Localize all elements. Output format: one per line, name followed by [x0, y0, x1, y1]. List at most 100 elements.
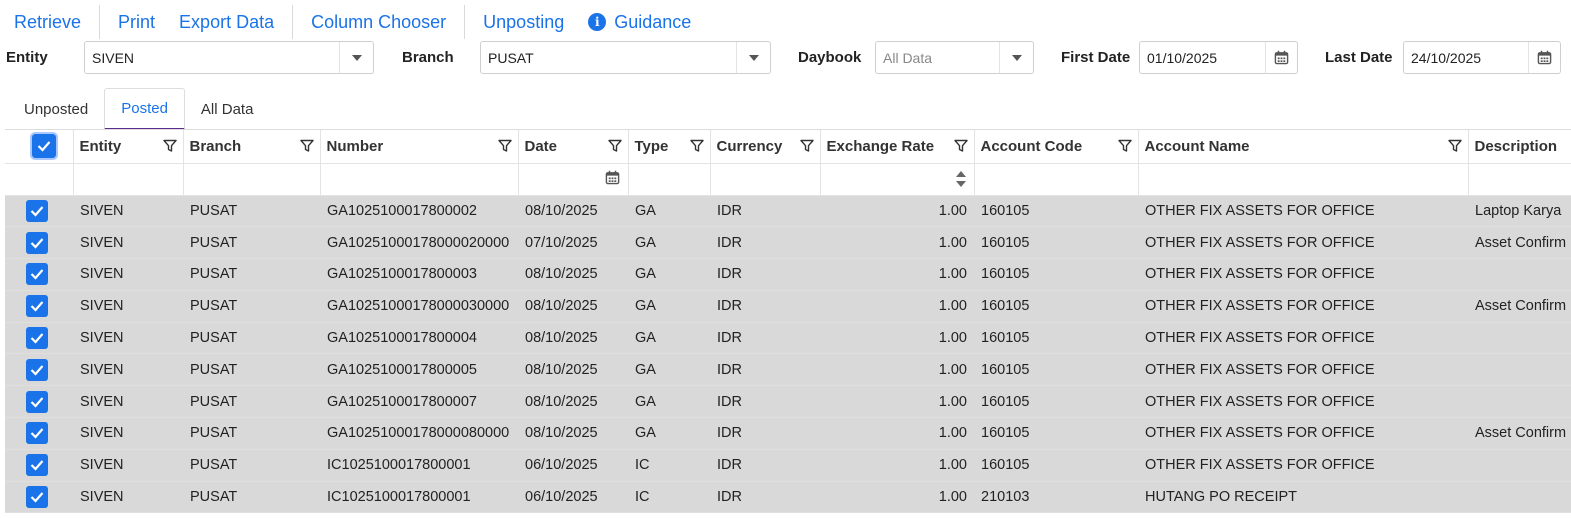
column-header-entity[interactable]: Entity [73, 130, 184, 164]
table-row[interactable]: SIVEN PUSAT GA1025100017800005 08/10/2025 GA… [5, 353, 1571, 387]
filter-icon[interactable] [299, 139, 314, 153]
table-row[interactable]: SIVEN PUSAT GA1025100017800004 08/10/2025 GA… [5, 322, 1571, 355]
filter-cell-exchange-rate[interactable] [820, 163, 975, 196]
row-checkbox[interactable] [26, 486, 48, 509]
row-checkbox[interactable] [26, 231, 48, 254]
chevron-down-icon[interactable] [339, 42, 373, 73]
row-checkbox[interactable] [26, 358, 48, 381]
guidance-button[interactable]: i Guidance [576, 4, 703, 40]
cell-type: GA [628, 290, 710, 323]
cell-account-code: 160105 [974, 449, 1138, 482]
cell-account-name: OTHER FIX ASSETS FOR OFFICE [1138, 322, 1468, 355]
row-select-cell [5, 195, 73, 228]
last-date-input[interactable]: 24/10/2025 [1403, 41, 1561, 74]
print-button[interactable]: Print [106, 4, 167, 40]
cell-exchange-rate: 1.00 [820, 385, 974, 419]
row-checkbox[interactable] [26, 327, 48, 350]
cell-type: GA [628, 258, 710, 291]
tab-posted[interactable]: Posted [104, 88, 185, 130]
cell-account-code: 160105 [974, 385, 1138, 419]
filter-cell-description[interactable] [1468, 163, 1571, 196]
filter-icon[interactable] [1447, 139, 1462, 153]
filter-icon[interactable] [799, 139, 814, 153]
calendar-icon[interactable] [1528, 42, 1560, 73]
cell-description [1468, 385, 1571, 419]
filter-icon[interactable] [953, 139, 968, 153]
retrieve-button[interactable]: Retrieve [0, 4, 93, 40]
cell-entity: SIVEN [73, 322, 183, 355]
filter-cell-entity[interactable] [73, 163, 184, 196]
chevron-down-icon[interactable] [736, 42, 770, 73]
table-row[interactable]: SIVEN PUSAT GA1025100017800002 08/10/2025 GA… [5, 195, 1571, 228]
filter-icon[interactable] [497, 139, 512, 153]
cell-branch: PUSAT [183, 258, 320, 291]
filter-cell-date[interactable] [518, 163, 629, 196]
table-row[interactable]: SIVEN PUSAT IC1025100017800001 06/10/2025 IC… [5, 449, 1571, 482]
table-row[interactable]: SIVEN PUSAT GA1025100017800007 08/10/2025 GA… [5, 385, 1571, 419]
table-row[interactable]: SIVEN PUSAT GA1025100017800003 08/10/2025 GA… [5, 258, 1571, 291]
filter-cell-type[interactable] [628, 163, 711, 196]
spin-down-icon[interactable] [955, 181, 966, 187]
column-header-currency[interactable]: Currency [710, 130, 821, 164]
row-select-cell [5, 481, 73, 514]
tab-all-data[interactable]: All Data [185, 88, 270, 130]
number-spinner[interactable] [821, 164, 974, 195]
column-header-account-name[interactable]: Account Name [1138, 130, 1469, 164]
cell-account-name: OTHER FIX ASSETS FOR OFFICE [1138, 353, 1468, 387]
cell-number: IC1025100017800001 [320, 481, 518, 514]
daybook-placeholder: All Data [883, 49, 933, 66]
row-select-cell [5, 290, 73, 323]
row-checkbox[interactable] [26, 390, 48, 413]
table-row[interactable]: SIVEN PUSAT GA10251000178000080000 08/10/20… [5, 417, 1571, 450]
column-header-account-code[interactable]: Account Code [974, 130, 1139, 164]
column-header-label: Account Code [980, 137, 1083, 155]
cell-type: IC [628, 481, 710, 514]
row-checkbox[interactable] [26, 422, 48, 445]
chevron-down-icon[interactable] [999, 42, 1033, 73]
filter-cell-account-name[interactable] [1138, 163, 1469, 196]
column-header-type[interactable]: Type [628, 130, 711, 164]
column-chooser-button[interactable]: Column Chooser [299, 4, 458, 40]
export-data-button[interactable]: Export Data [167, 4, 286, 40]
row-checkbox[interactable] [26, 454, 48, 477]
filter-icon[interactable] [607, 139, 622, 153]
cell-entity: SIVEN [73, 481, 183, 514]
table-row[interactable]: SIVEN PUSAT IC1025100017800001 06/10/2025 IC… [5, 481, 1571, 514]
calendar-icon[interactable] [605, 170, 620, 188]
filter-cell-account-code[interactable] [974, 163, 1139, 196]
filter-icon[interactable] [162, 139, 177, 153]
toolbar-divider [292, 5, 294, 39]
branch-select[interactable]: PUSAT [480, 41, 771, 74]
column-header-exchange-rate[interactable]: Exchange Rate [820, 130, 975, 164]
column-header-branch[interactable]: Branch [183, 130, 321, 164]
filter-cell-currency[interactable] [710, 163, 821, 196]
cell-date: 07/10/2025 [518, 226, 628, 260]
table-row[interactable]: SIVEN PUSAT GA10251000178000020000 07/10/20… [5, 226, 1571, 260]
row-checkbox[interactable] [26, 263, 48, 286]
cell-description: Asset Confirm [1468, 226, 1571, 260]
entity-select[interactable]: SIVEN [84, 41, 374, 74]
daybook-select[interactable]: All Data [875, 41, 1034, 74]
cell-entity: SIVEN [73, 353, 183, 387]
row-select-cell [5, 226, 73, 260]
column-header-number[interactable]: Number [320, 130, 519, 164]
column-header-description[interactable]: Description [1468, 130, 1571, 164]
table-row[interactable]: SIVEN PUSAT GA10251000178000030000 08/10/20… [5, 290, 1571, 323]
cell-branch: PUSAT [183, 353, 320, 387]
column-header-date[interactable]: Date [518, 130, 629, 164]
tab-unposted[interactable]: Unposted [8, 88, 104, 130]
filter-icon[interactable] [689, 139, 704, 153]
unposting-button[interactable]: Unposting [471, 4, 576, 40]
first-date-input[interactable]: 01/10/2025 [1139, 41, 1298, 74]
branch-value: PUSAT [488, 49, 534, 66]
row-checkbox[interactable] [26, 199, 48, 222]
calendar-icon[interactable] [1265, 42, 1297, 73]
filter-cell-branch[interactable] [183, 163, 321, 196]
row-checkbox[interactable] [26, 295, 48, 318]
filter-cell-number[interactable] [320, 163, 519, 196]
cell-number: GA10251000178000080000 [320, 417, 518, 450]
spin-up-icon[interactable] [955, 171, 966, 177]
cell-currency: IDR [710, 353, 820, 387]
select-all-checkbox[interactable] [30, 132, 58, 161]
filter-icon[interactable] [1117, 139, 1132, 153]
